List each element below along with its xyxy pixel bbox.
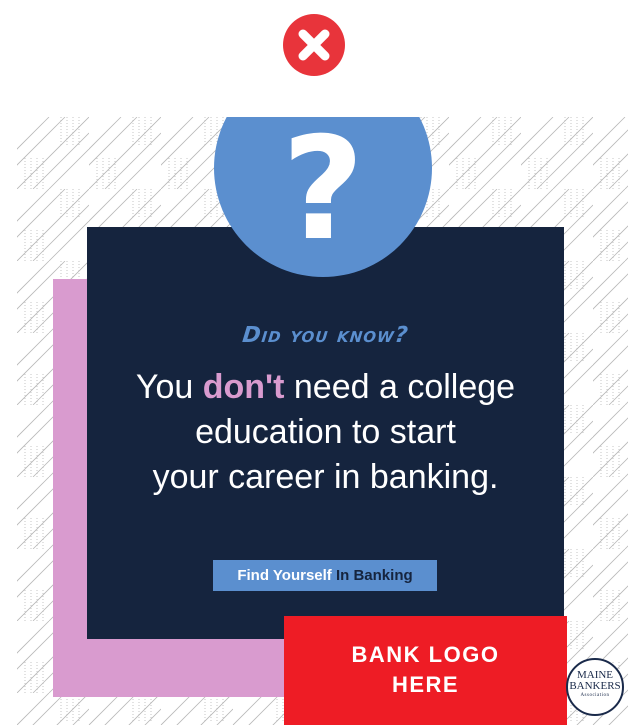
ad-creative: ? Did you know? You don't need a college… <box>17 117 628 725</box>
cta-label-main: Find Yourself <box>237 567 336 584</box>
headline-line-3: your career in banking. <box>152 458 499 496</box>
seal-line-2: BANKERS <box>569 680 621 692</box>
question-mark-glyph: ? <box>281 117 365 272</box>
headline-line-1-pre: You <box>135 368 203 406</box>
page: ? Did you know? You don't need a college… <box>0 0 628 725</box>
bank-logo-placeholder: BANK LOGO HERE <box>284 616 567 725</box>
headline-line-1: You don't need a college <box>87 365 564 410</box>
maine-bankers-seal: MAINE BANKERS Association <box>566 658 624 716</box>
headline-emphasis: don't <box>202 368 285 406</box>
close-icon <box>283 14 345 76</box>
logo-placeholder-line-1: BANK LOGO <box>351 642 500 667</box>
headline: You don't need a college education to st… <box>87 365 564 500</box>
kicker-text: Did you know? <box>241 323 410 348</box>
headline-line-2: education to start <box>195 413 456 451</box>
question-mark-icon: ? <box>214 117 432 277</box>
headline-line-1-post: need a college <box>284 368 516 406</box>
seal-line-3: Association <box>580 693 610 698</box>
logo-placeholder-line-2: HERE <box>391 672 460 697</box>
find-yourself-in-banking-button[interactable]: Find Yourself In Banking <box>213 560 437 591</box>
cta-label-accent: In Banking <box>335 567 413 584</box>
